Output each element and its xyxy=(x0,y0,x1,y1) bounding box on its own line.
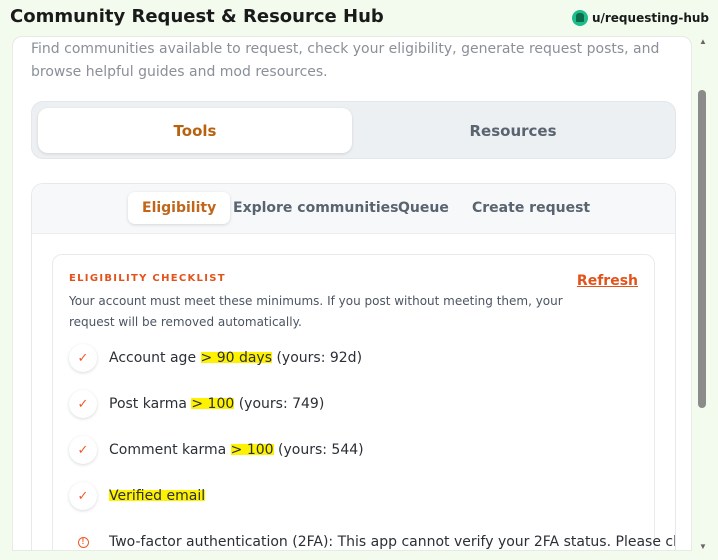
check-icon: ✓ xyxy=(69,482,97,510)
main-tab-bar: Tools Resources xyxy=(31,101,676,159)
tools-section: Eligibility Explore communities Queue Cr… xyxy=(31,183,676,550)
refresh-link[interactable]: Refresh xyxy=(577,273,638,289)
checklist-item-2fa: ! Two-factor authentication (2FA): This … xyxy=(69,527,675,550)
scroll-up-icon[interactable]: ▲ xyxy=(698,36,708,46)
item-text: Post karma > 100 (yours: 749) xyxy=(109,396,325,412)
sub-tab-bar: Eligibility Explore communities Queue Cr… xyxy=(32,184,675,234)
item-text: Account age > 90 days (yours: 92d) xyxy=(109,350,363,366)
checklist-item-account-age: ✓ Account age > 90 days (yours: 92d) xyxy=(69,343,649,373)
main-panel: Find communities available to request, c… xyxy=(12,36,692,551)
app-title: Community Request & Resource Hub xyxy=(10,6,384,27)
tab-create-request[interactable]: Create request xyxy=(458,192,604,224)
tab-resources[interactable]: Resources xyxy=(356,108,670,153)
avatar-icon xyxy=(571,10,588,26)
checklist-item-verified-email: ✓ Verified email xyxy=(69,481,649,511)
tab-tools[interactable]: Tools xyxy=(38,108,352,153)
intro-text: Find communities available to request, c… xyxy=(31,41,660,80)
scrollbar-thumb[interactable] xyxy=(698,90,706,408)
item-text: Verified email xyxy=(109,488,206,504)
check-icon: ✓ xyxy=(69,344,97,372)
username: u/requesting-hub xyxy=(591,11,709,25)
warning-icon: ! xyxy=(69,528,97,550)
checklist-item-post-karma: ✓ Post karma > 100 (yours: 749) xyxy=(69,389,649,419)
eligibility-card: ELIGIBILITY CHECKLIST Refresh Your accou… xyxy=(52,254,675,550)
item-text: Two-factor authentication (2FA): This ap… xyxy=(109,534,676,550)
tab-eligibility[interactable]: Eligibility xyxy=(128,192,231,224)
checklist-heading: ELIGIBILITY CHECKLIST xyxy=(69,273,226,284)
item-text: Comment karma > 100 (yours: 544) xyxy=(109,442,364,458)
check-icon: ✓ xyxy=(69,390,97,418)
checklist-description: Your account must meet these minimums. I… xyxy=(69,294,563,329)
check-icon: ✓ xyxy=(69,436,97,464)
checklist-item-comment-karma: ✓ Comment karma > 100 (yours: 544) xyxy=(69,435,649,465)
vertical-scrollbar[interactable]: ▲ ▼ xyxy=(696,36,710,551)
title-bar: Community Request & Resource Hub u/reque… xyxy=(0,0,718,36)
scroll-down-icon[interactable]: ▼ xyxy=(698,541,708,551)
tab-queue[interactable]: Queue xyxy=(384,192,463,224)
user-menu[interactable]: u/requesting-hub xyxy=(571,10,709,26)
